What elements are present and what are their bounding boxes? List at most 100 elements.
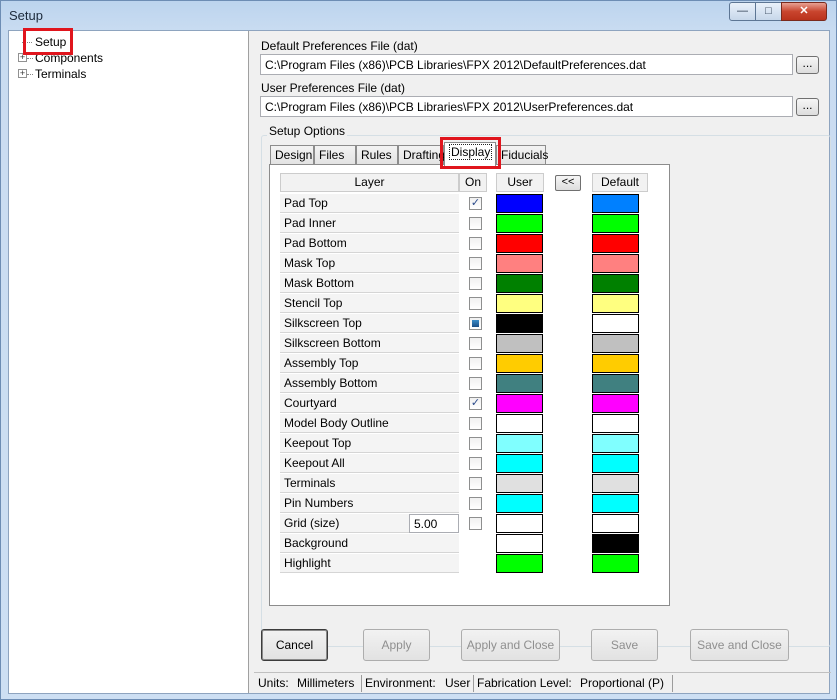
setup-tree: Setup + Components + Terminals [9, 28, 249, 693]
default-color-swatch[interactable] [592, 454, 639, 473]
default-color-swatch[interactable] [592, 234, 639, 253]
layer-row: Assembly Top [280, 354, 459, 373]
user-color-swatch[interactable] [496, 314, 543, 333]
tab-drafting[interactable]: Drafting [398, 145, 445, 165]
tree-item-terminals[interactable]: + Terminals [9, 66, 249, 82]
layer-name: Keepout All [284, 456, 345, 470]
maximize-icon: □ [765, 5, 772, 17]
tab-files[interactable]: Files [314, 145, 356, 165]
layer-on-checkbox[interactable] [469, 337, 482, 350]
default-color-swatch[interactable] [592, 414, 639, 433]
layer-on-checkbox[interactable] [469, 377, 482, 390]
tab-design[interactable]: Design [270, 145, 314, 165]
apply-and-close-button[interactable]: Apply and Close [461, 629, 560, 661]
user-color-swatch[interactable] [496, 414, 543, 433]
user-color-swatch[interactable] [496, 454, 543, 473]
default-color-swatch[interactable] [592, 514, 639, 533]
user-color-swatch[interactable] [496, 374, 543, 393]
browse-user-button[interactable]: ... [796, 98, 819, 116]
maximize-button[interactable]: □ [755, 2, 782, 21]
layer-name: Pin Numbers [284, 496, 354, 510]
default-color-swatch[interactable] [592, 554, 639, 573]
tab-fiducials[interactable]: Fiducials [496, 145, 548, 165]
tab-rules[interactable]: Rules [356, 145, 398, 165]
layer-on-checkbox[interactable] [469, 297, 482, 310]
user-color-swatch[interactable] [496, 334, 543, 353]
default-color-swatch[interactable] [592, 494, 639, 513]
user-color-swatch[interactable] [496, 194, 543, 213]
default-color-swatch[interactable] [592, 194, 639, 213]
minimize-button[interactable]: — [729, 2, 756, 21]
layer-name: Assembly Bottom [284, 376, 378, 390]
default-color-swatch[interactable] [592, 254, 639, 273]
minimize-icon: — [737, 5, 748, 17]
grid-size-input[interactable]: 5.00 [409, 514, 459, 533]
copy-defaults-button[interactable]: << [555, 175, 581, 191]
layer-row: Mask Top [280, 254, 459, 273]
default-color-swatch[interactable] [592, 294, 639, 313]
tree-connector [27, 58, 33, 59]
layer-row: Keepout Top [280, 434, 459, 453]
layer-on-checkbox[interactable] [469, 317, 482, 330]
user-color-swatch[interactable] [496, 474, 543, 493]
default-color-swatch[interactable] [592, 274, 639, 293]
close-button[interactable]: ✕ [781, 2, 827, 21]
browse-default-button[interactable]: ... [796, 56, 819, 74]
layer-on-checkbox[interactable] [469, 277, 482, 290]
user-color-swatch[interactable] [496, 394, 543, 413]
cancel-button[interactable]: Cancel [261, 629, 328, 661]
layer-on-checkbox[interactable] [469, 437, 482, 450]
user-color-swatch[interactable] [496, 514, 543, 533]
layer-on-checkbox[interactable] [469, 257, 482, 270]
user-color-swatch[interactable] [496, 354, 543, 373]
layer-on-checkbox[interactable]: ✓ [469, 397, 482, 410]
save-and-close-button[interactable]: Save and Close [690, 629, 789, 661]
layer-on-checkbox[interactable] [469, 217, 482, 230]
layer-name: Highlight [284, 556, 331, 570]
default-color-swatch[interactable] [592, 474, 639, 493]
units-value: Millimeters [297, 676, 355, 690]
default-color-swatch[interactable] [592, 334, 639, 353]
user-color-swatch[interactable] [496, 434, 543, 453]
layer-row: Model Body Outline [280, 414, 459, 433]
default-color-swatch[interactable] [592, 394, 639, 413]
default-color-swatch[interactable] [592, 354, 639, 373]
layer-on-checkbox[interactable] [469, 417, 482, 430]
apply-button[interactable]: Apply [363, 629, 430, 661]
default-column-header: Default [592, 173, 648, 192]
user-color-swatch[interactable] [496, 214, 543, 233]
default-color-swatch[interactable] [592, 214, 639, 233]
user-color-swatch[interactable] [496, 234, 543, 253]
layer-name: Model Body Outline [284, 416, 389, 430]
layer-on-checkbox[interactable] [469, 237, 482, 250]
user-prefs-path[interactable]: C:\Program Files (x86)\PCB Libraries\FPX… [260, 96, 793, 117]
layer-on-checkbox[interactable]: ✓ [469, 197, 482, 210]
user-color-swatch[interactable] [496, 494, 543, 513]
title-bar[interactable]: Setup — □ ✕ [1, 1, 836, 29]
save-button[interactable]: Save [591, 629, 658, 661]
layer-on-checkbox[interactable] [469, 517, 482, 530]
layer-on-checkbox[interactable] [469, 477, 482, 490]
default-color-swatch[interactable] [592, 434, 639, 453]
default-color-swatch[interactable] [592, 374, 639, 393]
layer-name: Silkscreen Bottom [284, 336, 381, 350]
default-color-swatch[interactable] [592, 314, 639, 333]
layer-row: Background [280, 534, 459, 553]
layer-row: Mask Bottom [280, 274, 459, 293]
layer-on-checkbox[interactable] [469, 457, 482, 470]
layer-on-checkbox[interactable] [469, 497, 482, 510]
user-color-swatch[interactable] [496, 254, 543, 273]
default-prefs-path[interactable]: C:\Program Files (x86)\PCB Libraries\FPX… [260, 54, 793, 75]
layer-row: Courtyard [280, 394, 459, 413]
user-color-swatch[interactable] [496, 554, 543, 573]
status-separator [672, 675, 673, 692]
user-color-swatch[interactable] [496, 534, 543, 553]
layer-row: Pad Bottom [280, 234, 459, 253]
user-color-swatch[interactable] [496, 274, 543, 293]
default-color-swatch[interactable] [592, 534, 639, 553]
setup-window: Setup — □ ✕ Setup + Components + Termina… [0, 0, 837, 700]
user-color-swatch[interactable] [496, 294, 543, 313]
expand-icon[interactable]: + [18, 69, 27, 78]
layer-on-checkbox[interactable] [469, 357, 482, 370]
layer-row: Terminals [280, 474, 459, 493]
